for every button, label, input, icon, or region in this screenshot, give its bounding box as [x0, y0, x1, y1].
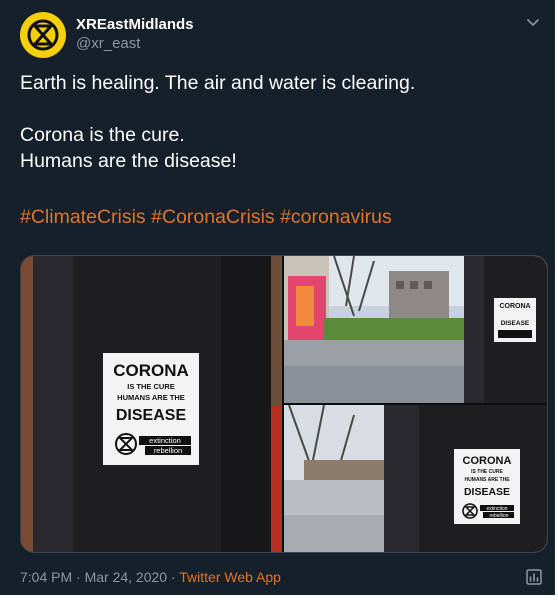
- analytics-icon[interactable]: [525, 568, 543, 586]
- sticker-text: HUMANS ARE THE: [117, 393, 185, 402]
- sticker-text: CORONA: [499, 303, 530, 310]
- sticker-text: CORONA: [113, 361, 189, 380]
- photo-street-scene[interactable]: CORONA DISEASE: [284, 256, 547, 403]
- hashtag-link[interactable]: #CoronaCrisis: [151, 206, 275, 228]
- photo-pole-sticker[interactable]: CORONA IS THE CURE HUMANS ARE THE DISEAS…: [21, 256, 282, 552]
- account-handle[interactable]: @xr_east: [76, 35, 140, 52]
- sticker-text: IS THE CURE: [127, 382, 175, 391]
- tweet-line: Humans are the disease!: [20, 150, 237, 172]
- sticker-logo-text: rebellion: [490, 513, 509, 519]
- timestamp[interactable]: 7:04 PM · Mar 24, 2020 ·: [20, 569, 179, 585]
- hashtag-link[interactable]: #coronavirus: [280, 206, 392, 228]
- hashtag-link[interactable]: #ClimateCrisis: [20, 206, 146, 228]
- extinction-rebellion-hourglass-icon: [27, 19, 59, 51]
- avatar[interactable]: [20, 12, 66, 58]
- sticker-logo-text: rebellion: [154, 446, 182, 455]
- sticker-text: IS THE CURE: [471, 469, 503, 475]
- sticker-text: DISEASE: [116, 407, 187, 424]
- source-app-link[interactable]: Twitter Web App: [179, 569, 281, 585]
- hashtags: #ClimateCrisis #CoronaCrisis #coronaviru…: [20, 206, 392, 229]
- media-grid: CORONA IS THE CURE HUMANS ARE THE DISEAS…: [20, 255, 548, 553]
- photo-pole-closeup[interactable]: CORONA IS THE CURE HUMANS ARE THE DISEAS…: [284, 405, 547, 552]
- sticker-text: DISEASE: [464, 486, 510, 498]
- sticker-text: HUMANS ARE THE: [464, 477, 510, 483]
- sticker-logo-text: extinction: [149, 436, 181, 445]
- tweet-footer: 7:04 PM · Mar 24, 2020 · Twitter Web App: [20, 569, 281, 585]
- tweet-text: Earth is healing. The air and water is c…: [20, 70, 540, 174]
- tweet-line: Earth is healing. The air and water is c…: [20, 72, 416, 94]
- sticker-logo-text: extinction: [486, 506, 507, 512]
- sticker-text: CORONA: [463, 455, 512, 467]
- tweet-card[interactable]: XREastMidlands @xr_east Earth is healing…: [0, 0, 558, 598]
- chevron-down-icon[interactable]: [525, 14, 541, 30]
- display-name[interactable]: XREastMidlands: [76, 16, 194, 33]
- sticker-text: DISEASE: [501, 320, 530, 327]
- tweet-line: Corona is the cure.: [20, 124, 185, 146]
